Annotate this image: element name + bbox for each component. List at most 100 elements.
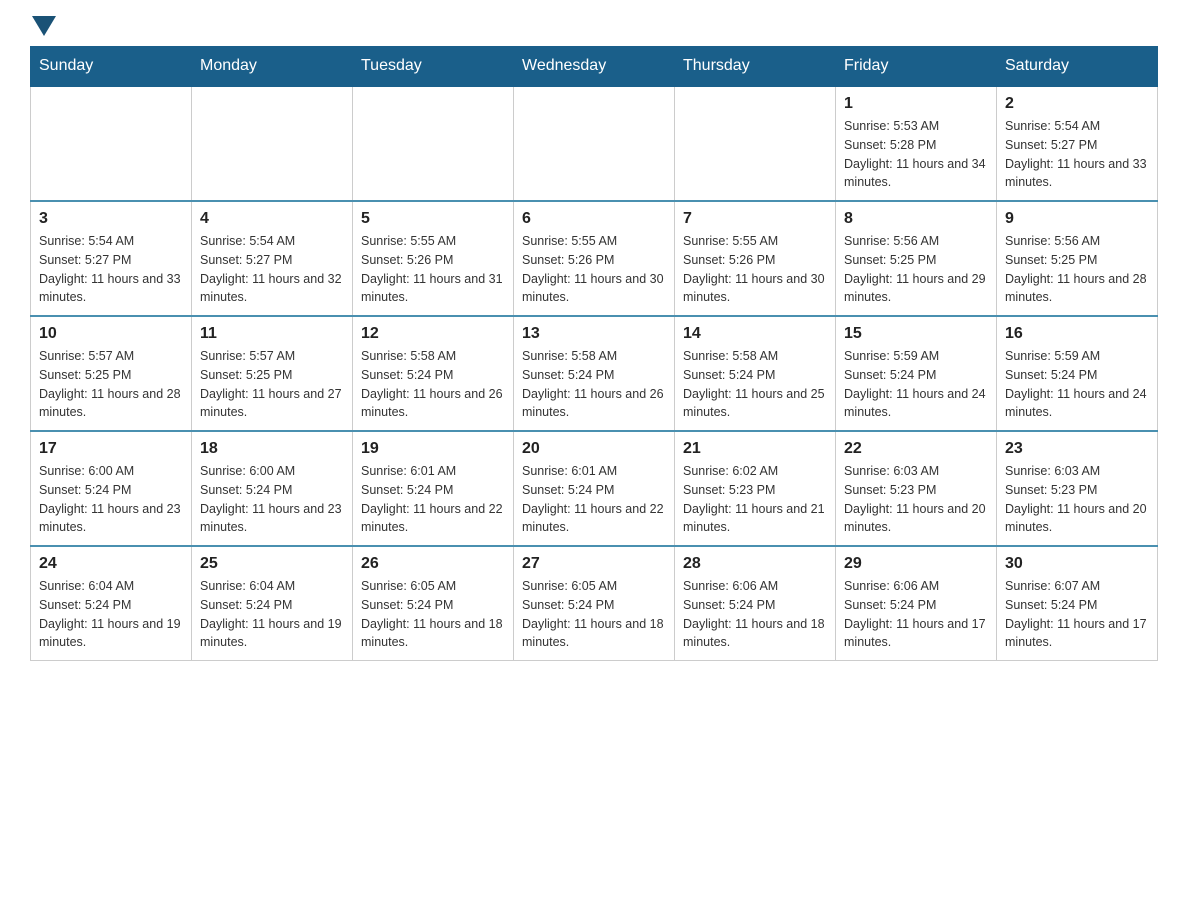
- calendar-cell: 22 Sunrise: 6:03 AMSunset: 5:23 PMDayligh…: [836, 431, 997, 546]
- day-number: 5: [361, 210, 505, 228]
- calendar-cell: 13 Sunrise: 5:58 AMSunset: 5:24 PMDayligh…: [514, 316, 675, 431]
- day-header-saturday: Saturday: [997, 47, 1158, 87]
- day-header-monday: Monday: [192, 47, 353, 87]
- calendar-cell: 23Sunrise: 6:03 AMSunset: 5:23 PMDayligh…: [997, 431, 1158, 546]
- day-number: 21: [683, 440, 827, 458]
- calendar-cell: 15 Sunrise: 5:59 AMSunset: 5:24 PMDayligh…: [836, 316, 997, 431]
- day-info: Sunrise: 5:53 AMSunset: 5:28 PMDaylight:…: [844, 117, 988, 192]
- calendar-cell: 3 Sunrise: 5:54 AMSunset: 5:27 PMDaylight…: [31, 201, 192, 316]
- week-row-1: 1 Sunrise: 5:53 AMSunset: 5:28 PMDaylight…: [31, 86, 1158, 201]
- day-number: 25: [200, 555, 344, 573]
- day-number: 17: [39, 440, 183, 458]
- day-info: Sunrise: 5:57 AMSunset: 5:25 PMDaylight:…: [39, 347, 183, 422]
- logo: [30, 20, 56, 36]
- calendar-cell: 4 Sunrise: 5:54 AMSunset: 5:27 PMDaylight…: [192, 201, 353, 316]
- day-info: Sunrise: 6:05 AMSunset: 5:24 PMDaylight:…: [361, 577, 505, 652]
- day-info: Sunrise: 5:57 AMSunset: 5:25 PMDaylight:…: [200, 347, 344, 422]
- day-number: 7: [683, 210, 827, 228]
- day-info: Sunrise: 5:55 AMSunset: 5:26 PMDaylight:…: [522, 232, 666, 307]
- calendar-cell: [353, 86, 514, 201]
- day-info: Sunrise: 5:59 AMSunset: 5:24 PMDaylight:…: [1005, 347, 1149, 422]
- week-row-5: 24 Sunrise: 6:04 AMSunset: 5:24 PMDayligh…: [31, 546, 1158, 661]
- calendar-cell: [192, 86, 353, 201]
- calendar-cell: 5 Sunrise: 5:55 AMSunset: 5:26 PMDaylight…: [353, 201, 514, 316]
- week-row-3: 10Sunrise: 5:57 AMSunset: 5:25 PMDayligh…: [31, 316, 1158, 431]
- day-number: 12: [361, 325, 505, 343]
- calendar-cell: 12 Sunrise: 5:58 AMSunset: 5:24 PMDayligh…: [353, 316, 514, 431]
- calendar-cell: 20 Sunrise: 6:01 AMSunset: 5:24 PMDayligh…: [514, 431, 675, 546]
- calendar-cell: 28 Sunrise: 6:06 AMSunset: 5:24 PMDayligh…: [675, 546, 836, 661]
- day-info: Sunrise: 5:58 AMSunset: 5:24 PMDaylight:…: [361, 347, 505, 422]
- day-info: Sunrise: 5:55 AMSunset: 5:26 PMDaylight:…: [361, 232, 505, 307]
- day-number: 13: [522, 325, 666, 343]
- day-number: 15: [844, 325, 988, 343]
- day-info: Sunrise: 5:55 AMSunset: 5:26 PMDaylight:…: [683, 232, 827, 307]
- week-row-4: 17 Sunrise: 6:00 AMSunset: 5:24 PMDayligh…: [31, 431, 1158, 546]
- calendar-cell: 11 Sunrise: 5:57 AMSunset: 5:25 PMDayligh…: [192, 316, 353, 431]
- day-number: 16: [1005, 325, 1149, 343]
- day-info: Sunrise: 5:59 AMSunset: 5:24 PMDaylight:…: [844, 347, 988, 422]
- day-number: 19: [361, 440, 505, 458]
- day-info: Sunrise: 6:00 AMSunset: 5:24 PMDaylight:…: [39, 462, 183, 537]
- calendar-cell: 29Sunrise: 6:06 AMSunset: 5:24 PMDayligh…: [836, 546, 997, 661]
- day-number: 20: [522, 440, 666, 458]
- calendar-table: SundayMondayTuesdayWednesdayThursdayFrid…: [30, 46, 1158, 661]
- day-header-thursday: Thursday: [675, 47, 836, 87]
- calendar-cell: 1 Sunrise: 5:53 AMSunset: 5:28 PMDaylight…: [836, 86, 997, 201]
- day-header-tuesday: Tuesday: [353, 47, 514, 87]
- calendar-cell: 26 Sunrise: 6:05 AMSunset: 5:24 PMDayligh…: [353, 546, 514, 661]
- day-info: Sunrise: 6:00 AMSunset: 5:24 PMDaylight:…: [200, 462, 344, 537]
- day-number: 26: [361, 555, 505, 573]
- day-info: Sunrise: 6:06 AMSunset: 5:24 PMDaylight:…: [683, 577, 827, 652]
- day-header-sunday: Sunday: [31, 47, 192, 87]
- calendar-cell: 2 Sunrise: 5:54 AMSunset: 5:27 PMDaylight…: [997, 86, 1158, 201]
- day-number: 9: [1005, 210, 1149, 228]
- day-info: Sunrise: 6:01 AMSunset: 5:24 PMDaylight:…: [361, 462, 505, 537]
- calendar-cell: 16 Sunrise: 5:59 AMSunset: 5:24 PMDayligh…: [997, 316, 1158, 431]
- day-number: 2: [1005, 95, 1149, 113]
- day-number: 29: [844, 555, 988, 573]
- day-header-wednesday: Wednesday: [514, 47, 675, 87]
- day-number: 4: [200, 210, 344, 228]
- calendar-cell: 19 Sunrise: 6:01 AMSunset: 5:24 PMDayligh…: [353, 431, 514, 546]
- day-number: 28: [683, 555, 827, 573]
- day-info: Sunrise: 5:54 AMSunset: 5:27 PMDaylight:…: [200, 232, 344, 307]
- day-info: Sunrise: 5:56 AMSunset: 5:25 PMDaylight:…: [844, 232, 988, 307]
- day-info: Sunrise: 5:54 AMSunset: 5:27 PMDaylight:…: [39, 232, 183, 307]
- day-info: Sunrise: 5:54 AMSunset: 5:27 PMDaylight:…: [1005, 117, 1149, 192]
- day-info: Sunrise: 6:04 AMSunset: 5:24 PMDaylight:…: [200, 577, 344, 652]
- calendar-cell: 17 Sunrise: 6:00 AMSunset: 5:24 PMDayligh…: [31, 431, 192, 546]
- week-row-2: 3 Sunrise: 5:54 AMSunset: 5:27 PMDaylight…: [31, 201, 1158, 316]
- page-header: [30, 20, 1158, 36]
- calendar-cell: 7 Sunrise: 5:55 AMSunset: 5:26 PMDaylight…: [675, 201, 836, 316]
- calendar-cell: 21Sunrise: 6:02 AMSunset: 5:23 PMDayligh…: [675, 431, 836, 546]
- calendar-cell: 10Sunrise: 5:57 AMSunset: 5:25 PMDayligh…: [31, 316, 192, 431]
- day-info: Sunrise: 6:01 AMSunset: 5:24 PMDaylight:…: [522, 462, 666, 537]
- calendar-cell: 8 Sunrise: 5:56 AMSunset: 5:25 PMDaylight…: [836, 201, 997, 316]
- day-number: 8: [844, 210, 988, 228]
- day-number: 1: [844, 95, 988, 113]
- day-headers-row: SundayMondayTuesdayWednesdayThursdayFrid…: [31, 47, 1158, 87]
- calendar-cell: 14Sunrise: 5:58 AMSunset: 5:24 PMDayligh…: [675, 316, 836, 431]
- calendar-cell: [31, 86, 192, 201]
- calendar-cell: 25 Sunrise: 6:04 AMSunset: 5:24 PMDayligh…: [192, 546, 353, 661]
- day-info: Sunrise: 5:58 AMSunset: 5:24 PMDaylight:…: [522, 347, 666, 422]
- day-info: Sunrise: 6:03 AMSunset: 5:23 PMDaylight:…: [1005, 462, 1149, 537]
- day-number: 30: [1005, 555, 1149, 573]
- day-info: Sunrise: 6:03 AMSunset: 5:23 PMDaylight:…: [844, 462, 988, 537]
- day-info: Sunrise: 6:07 AMSunset: 5:24 PMDaylight:…: [1005, 577, 1149, 652]
- day-number: 11: [200, 325, 344, 343]
- day-number: 22: [844, 440, 988, 458]
- day-number: 27: [522, 555, 666, 573]
- calendar-cell: 30 Sunrise: 6:07 AMSunset: 5:24 PMDayligh…: [997, 546, 1158, 661]
- calendar-cell: 9 Sunrise: 5:56 AMSunset: 5:25 PMDaylight…: [997, 201, 1158, 316]
- day-info: Sunrise: 6:05 AMSunset: 5:24 PMDaylight:…: [522, 577, 666, 652]
- day-info: Sunrise: 5:56 AMSunset: 5:25 PMDaylight:…: [1005, 232, 1149, 307]
- calendar-cell: 27 Sunrise: 6:05 AMSunset: 5:24 PMDayligh…: [514, 546, 675, 661]
- day-header-friday: Friday: [836, 47, 997, 87]
- day-info: Sunrise: 5:58 AMSunset: 5:24 PMDaylight:…: [683, 347, 827, 422]
- logo-triangle-icon: [32, 16, 56, 36]
- day-number: 3: [39, 210, 183, 228]
- day-number: 24: [39, 555, 183, 573]
- calendar-cell: 24Sunrise: 6:04 AMSunset: 5:24 PMDayligh…: [31, 546, 192, 661]
